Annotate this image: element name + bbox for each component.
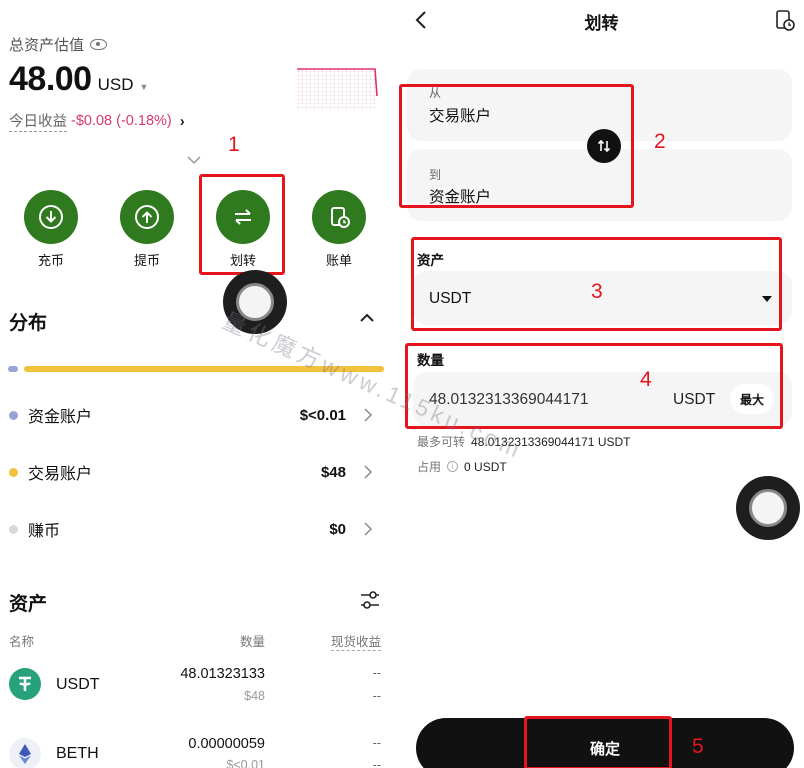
- occupied-info: 占用 i 0 USDT: [417, 458, 507, 475]
- annotation-box-4: [405, 343, 783, 429]
- annotation-box-2: [399, 84, 634, 208]
- account-value: $48: [320, 463, 346, 481]
- account-name: 赚币: [28, 523, 61, 540]
- filter-settings-icon[interactable]: [359, 590, 381, 610]
- account-value: $0: [329, 520, 346, 538]
- bill-button[interactable]: 账单: [307, 190, 371, 269]
- deposit-label: 充币: [37, 253, 64, 268]
- annotation-number-5: 5: [692, 735, 704, 758]
- info-icon[interactable]: i: [447, 461, 459, 472]
- transfer-screen: 划转 从 交易账户 到 资金账户 2 资产 USDT 3 数量 48.01323…: [399, 0, 804, 768]
- annotation-number-1: 1: [228, 133, 240, 156]
- annotation-number-3: 3: [591, 280, 603, 303]
- account-name: 交易账户: [28, 466, 93, 483]
- caret-down-icon[interactable]: ▼: [140, 82, 149, 92]
- asset-pnl: --: [372, 666, 381, 680]
- bill-label: 账单: [325, 253, 352, 268]
- occupied-value: 0 USDT: [464, 459, 507, 474]
- legend-dot: [9, 410, 18, 420]
- annotation-number-4: 4: [640, 368, 652, 391]
- annotation-box-5: [524, 716, 672, 768]
- total-balance: 48.00 USD ▼: [9, 60, 148, 99]
- occupied-label: 占用: [417, 460, 442, 474]
- eye-icon[interactable]: [90, 39, 108, 50]
- assets-title: 资产: [9, 594, 48, 615]
- annotation-number-2: 2: [654, 130, 666, 153]
- account-row-earn[interactable]: 赚币 $0: [0, 514, 390, 544]
- asset-symbol: USDT: [56, 676, 100, 693]
- asset-value: $<0.01: [226, 758, 265, 768]
- ethereum-icon: [9, 738, 41, 768]
- today-pnl-value: -$0.08 (-0.18%): [71, 113, 172, 129]
- asset-value: $48: [244, 689, 265, 703]
- asset-qty: 48.01323133: [180, 666, 265, 682]
- quick-actions: 充币 提币 划转 账单: [0, 190, 390, 270]
- collapse-chevron-icon[interactable]: [358, 312, 376, 324]
- withdraw-button[interactable]: 提币: [115, 190, 179, 269]
- bill-icon: [331, 207, 350, 228]
- chevron-right-icon: [364, 522, 372, 536]
- floating-assistive-button[interactable]: [223, 270, 287, 334]
- expand-chevron-icon[interactable]: [186, 154, 202, 166]
- header-pnl: 现货收益: [331, 631, 382, 651]
- distribution-title: 分布: [9, 313, 48, 334]
- asset-pnl-secondary: --: [372, 689, 381, 703]
- currency-selector[interactable]: USD: [98, 75, 134, 95]
- today-pnl[interactable]: 今日收益 -$0.08 (-0.18%) ›: [9, 110, 185, 132]
- chevron-right-icon: [364, 465, 372, 479]
- deposit-icon: [39, 205, 63, 229]
- account-row-funding[interactable]: 资金账户 $<0.01: [0, 400, 390, 430]
- page-title: 划转: [584, 14, 619, 33]
- max-transferable-info: 最多可转 48.0132313369044171 USDT: [417, 433, 630, 450]
- legend-dot: [9, 524, 18, 534]
- tether-icon: [9, 668, 41, 700]
- max-transferable-label: 最多可转: [417, 435, 466, 449]
- withdraw-label: 提币: [133, 253, 160, 268]
- legend-dot: [9, 467, 18, 477]
- funding-segment: [8, 366, 18, 372]
- annotation-box-1: [199, 174, 285, 275]
- account-value: $<0.01: [299, 406, 346, 424]
- account-name: 资金账户: [28, 409, 93, 426]
- asset-qty: 0.00000059: [188, 736, 265, 752]
- total-assets-label: 总资产估值: [9, 34, 108, 55]
- sparkline-chart: [297, 68, 378, 110]
- chevron-right-icon: [364, 408, 372, 422]
- distribution-bar: [8, 366, 384, 372]
- asset-pnl: --: [372, 736, 381, 750]
- history-icon[interactable]: [775, 9, 795, 31]
- asset-pnl-secondary: --: [372, 758, 381, 768]
- assets-overview-screen: 总资产估值 48.00 USD ▼ 今日收益 -$0.08 (-0.18%) ›: [0, 0, 390, 768]
- header-qty: 数量: [240, 635, 266, 649]
- deposit-button[interactable]: 充币: [19, 190, 83, 269]
- withdraw-icon: [135, 205, 159, 229]
- balance-amount: 48.00: [9, 60, 92, 98]
- asset-symbol: BETH: [56, 745, 99, 762]
- chevron-right-icon[interactable]: ›: [180, 113, 185, 130]
- today-pnl-label: 今日收益: [9, 110, 67, 132]
- trading-segment: [24, 366, 384, 372]
- floating-assistive-button[interactable]: [736, 476, 800, 540]
- header-name: 名称: [9, 635, 35, 649]
- account-row-trading[interactable]: 交易账户 $48: [0, 457, 390, 487]
- max-transferable-value: 48.0132313369044171 USDT: [471, 434, 631, 449]
